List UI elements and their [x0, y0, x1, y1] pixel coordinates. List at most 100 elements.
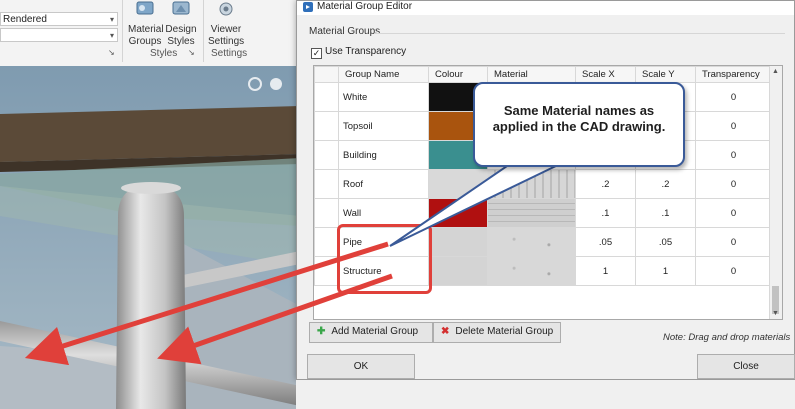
- dialog-launcher-icon[interactable]: ↘: [188, 48, 195, 57]
- checkbox-checked-icon: ✓: [311, 48, 322, 59]
- row-selector[interactable]: [314, 140, 339, 170]
- column-header-transparency[interactable]: Transparency: [695, 66, 772, 83]
- material-texture-thumbnail: [488, 257, 575, 285]
- column-header-group-name[interactable]: Group Name: [338, 66, 429, 83]
- render-mode-select[interactable]: Rendered ▾: [0, 12, 118, 26]
- colour-cell[interactable]: [428, 256, 488, 286]
- colour-swatch: [429, 170, 487, 198]
- app-icon: [303, 2, 313, 12]
- scale-y-cell[interactable]: 1: [635, 256, 696, 286]
- row-selector[interactable]: [314, 256, 339, 286]
- material-texture-thumbnail: [488, 170, 575, 198]
- styles-group-label: Styles: [150, 48, 178, 59]
- viewer-settings-button[interactable]: Viewer Settings: [208, 0, 244, 48]
- material-texture-thumbnail: [488, 228, 575, 256]
- colour-swatch: [429, 257, 487, 285]
- ok-button-label: OK: [353, 361, 369, 372]
- material-groups-button[interactable]: Material Groups: [128, 0, 164, 48]
- chevron-down-icon: ▾: [109, 31, 114, 40]
- secondary-select[interactable]: ▾: [0, 28, 118, 42]
- dialog-titlebar[interactable]: Material Group Editor: [297, 1, 794, 15]
- material-groups-label: Material Groups: [128, 24, 164, 47]
- transparency-cell[interactable]: 0: [695, 198, 772, 228]
- viewer-settings-label: Viewer Settings: [208, 24, 245, 47]
- vertical-scrollbar[interactable]: ▲ ▼: [769, 66, 782, 319]
- colour-cell[interactable]: [428, 227, 488, 257]
- column-header-material[interactable]: Material: [487, 66, 576, 83]
- row-selector-header: [314, 66, 339, 83]
- row-selector[interactable]: [314, 111, 339, 141]
- dialog-title: Material Group Editor: [317, 1, 413, 12]
- dialog-launcher-icon[interactable]: ↘: [108, 48, 115, 57]
- group-name-cell[interactable]: Topsoil: [338, 111, 429, 141]
- view-orbit-icon[interactable]: [269, 76, 283, 90]
- 3d-viewport[interactable]: [0, 66, 300, 409]
- ok-button[interactable]: OK: [307, 354, 415, 379]
- add-material-group-label: Add Material Group: [331, 326, 419, 337]
- drag-drop-note: Note: Drag and drop materials: [663, 332, 791, 343]
- scale-y-cell[interactable]: .1: [635, 198, 696, 228]
- column-header-scale-y[interactable]: Scale Y: [635, 66, 696, 83]
- delete-x-icon: ✖: [441, 326, 450, 337]
- scroll-up-icon[interactable]: ▲: [772, 68, 779, 75]
- scale-y-cell[interactable]: .05: [635, 227, 696, 257]
- material-cell[interactable]: [487, 198, 576, 228]
- close-button-label: Close: [733, 361, 759, 372]
- row-selector[interactable]: [314, 82, 339, 112]
- plus-icon: ✚: [317, 326, 326, 337]
- material-cell[interactable]: [487, 227, 576, 257]
- colour-swatch: [429, 228, 487, 256]
- scale-y-cell[interactable]: .2: [635, 169, 696, 199]
- 3d-scene: [0, 66, 300, 409]
- design-styles-button[interactable]: Design Styles: [165, 0, 197, 48]
- use-transparency-checkbox[interactable]: ✓ Use Transparency: [311, 46, 406, 59]
- scroll-down-icon[interactable]: ▼: [772, 310, 779, 317]
- row-selector[interactable]: [314, 169, 339, 199]
- grid-header-row: Group Name Colour Material Scale X Scale…: [314, 66, 772, 83]
- callout-line-1: Same Material names as: [503, 103, 655, 118]
- scale-x-cell[interactable]: .2: [575, 169, 636, 199]
- transparency-cell[interactable]: 0: [695, 111, 772, 141]
- transparency-cell[interactable]: 0: [695, 227, 772, 257]
- row-selector[interactable]: [314, 227, 339, 257]
- pipe-structure-highlight-box: [337, 224, 432, 294]
- transparency-cell[interactable]: 0: [695, 256, 772, 286]
- row-selector[interactable]: [314, 198, 339, 228]
- design-styles-icon: [172, 1, 190, 15]
- material-texture-thumbnail: [488, 199, 575, 227]
- callout-text: Same Material names as applied in the CA…: [475, 103, 683, 135]
- scale-x-cell[interactable]: .1: [575, 198, 636, 228]
- group-name-cell[interactable]: Building: [338, 140, 429, 170]
- material-group-editor-dialog: Material Group Editor Material Groups ✓ U…: [296, 0, 795, 380]
- home-icon[interactable]: [248, 76, 262, 90]
- material-cell[interactable]: [487, 169, 576, 199]
- ribbon-toolbar: Rendered ▾ ▾ Material Groups Design Styl…: [0, 0, 300, 67]
- callout-box: Same Material names as applied in the CA…: [473, 82, 685, 167]
- chevron-down-icon: ▾: [109, 15, 114, 24]
- callout-line-2: applied in the CAD drawing.: [492, 119, 666, 134]
- colour-swatch: [429, 199, 487, 227]
- render-mode-value: Rendered: [3, 14, 47, 25]
- delete-material-group-button[interactable]: ✖ Delete Material Group: [433, 322, 561, 343]
- material-cell[interactable]: [487, 256, 576, 286]
- transparency-cell[interactable]: 0: [695, 82, 772, 112]
- add-material-group-button[interactable]: ✚ Add Material Group: [309, 322, 433, 343]
- column-header-scale-x[interactable]: Scale X: [575, 66, 636, 83]
- material-groups-groupbox-label: Material Groups: [309, 26, 381, 37]
- viewer-settings-icon: [219, 2, 233, 16]
- table-row[interactable]: Roof .2.2 0: [314, 169, 772, 199]
- colour-cell[interactable]: [428, 169, 488, 199]
- settings-group-label: Settings: [211, 48, 248, 59]
- scale-x-cell[interactable]: 1: [575, 256, 636, 286]
- delete-material-group-label: Delete Material Group: [455, 326, 554, 337]
- transparency-cell[interactable]: 0: [695, 140, 772, 170]
- close-button[interactable]: Close: [697, 354, 795, 379]
- material-groups-icon: [136, 1, 154, 15]
- transparency-cell[interactable]: 0: [695, 169, 772, 199]
- group-name-cell[interactable]: Roof: [338, 169, 429, 199]
- scale-x-cell[interactable]: .05: [575, 227, 636, 257]
- colour-cell[interactable]: [428, 198, 488, 228]
- group-name-cell[interactable]: White: [338, 82, 429, 112]
- design-styles-label: Design Styles: [165, 24, 197, 47]
- column-header-colour[interactable]: Colour: [428, 66, 488, 83]
